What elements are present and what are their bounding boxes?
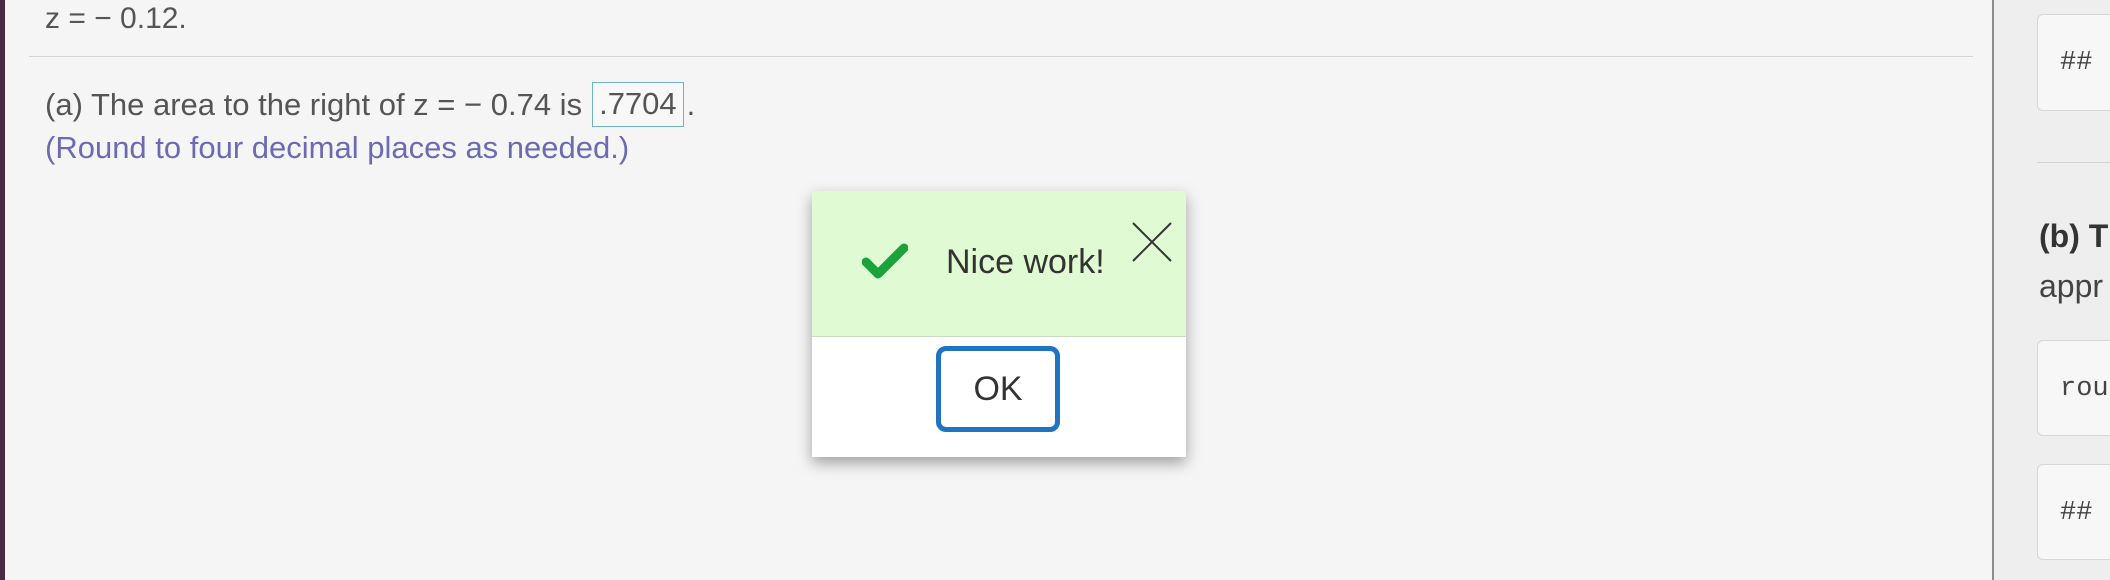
feedback-banner: Nice work! (812, 191, 1186, 337)
question-prefix: (a) The area to the right of z = − 0.74 … (45, 86, 583, 122)
part-b-text: appr (2039, 268, 2104, 304)
side-panel: ## (b) T appr rou ## (1994, 0, 2110, 580)
question-suffix: . (686, 86, 696, 122)
feedback-message: Nice work! (946, 243, 1105, 281)
code-box[interactable]: rou (2037, 340, 2110, 436)
previous-answer-line: z = − 0.12. (45, 2, 187, 35)
rounding-hint: (Round to four decimal places as needed.… (45, 130, 630, 165)
close-icon[interactable] (1131, 221, 1173, 263)
code-box[interactable]: ## (2037, 464, 2110, 560)
question-a: (a) The area to the right of z = − 0.74 … (45, 82, 695, 127)
section-divider (29, 56, 1973, 57)
part-b-title: (b) T (2039, 218, 2109, 254)
ok-button[interactable]: OK (936, 346, 1060, 432)
checkmark-icon (862, 243, 908, 279)
code-box[interactable]: ## (2037, 14, 2110, 111)
side-divider (2037, 162, 2110, 163)
feedback-dialog: Nice work! OK (812, 191, 1186, 457)
answer-field[interactable]: .7704 (592, 82, 684, 127)
